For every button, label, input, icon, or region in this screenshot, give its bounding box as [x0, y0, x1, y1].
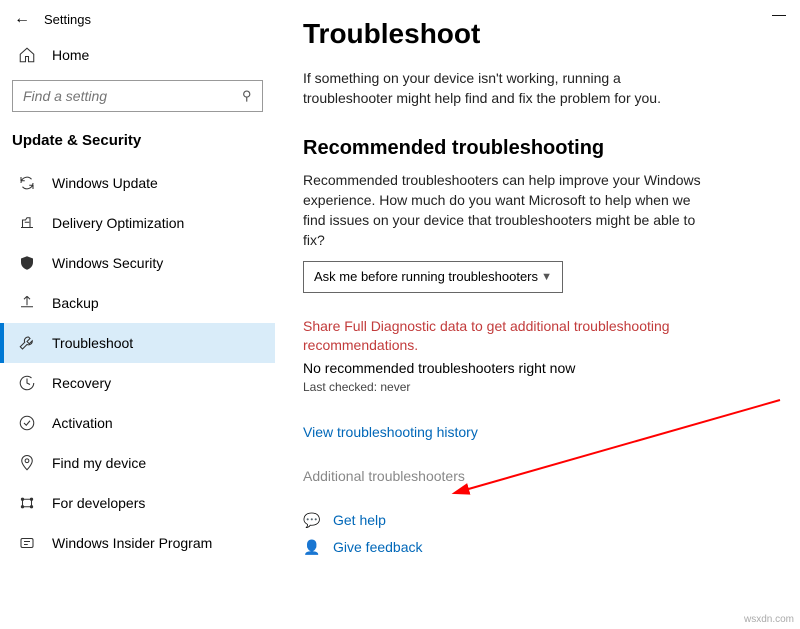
troubleshoot-preference-dropdown[interactable]: Ask me before running troubleshooters ▼: [303, 261, 563, 293]
nav-item-find-my-device[interactable]: Find my device: [0, 443, 275, 483]
chat-icon: 💬: [303, 512, 321, 529]
nav-item-windows-insider[interactable]: Windows Insider Program: [0, 523, 275, 563]
search-icon: ⚲: [242, 88, 252, 104]
recovery-icon: [18, 374, 36, 392]
nav-item-label: For developers: [52, 495, 145, 511]
nav-item-delivery-optimization[interactable]: Delivery Optimization: [0, 203, 275, 243]
nav-item-label: Windows Security: [52, 255, 163, 271]
back-button[interactable]: ←: [14, 10, 30, 28]
nav-item-backup[interactable]: Backup: [0, 283, 275, 323]
get-help-link[interactable]: 💬 Get help: [303, 512, 770, 529]
sync-icon: [18, 174, 36, 192]
search-input-container[interactable]: ⚲: [12, 80, 263, 112]
give-feedback-link[interactable]: 👤 Give feedback: [303, 539, 770, 556]
troubleshoot-icon: [18, 334, 36, 352]
activation-icon: [18, 414, 36, 432]
location-icon: [18, 454, 36, 472]
nav-list: Windows Update Delivery Optimization Win…: [0, 163, 275, 563]
share-diagnostic-link[interactable]: Share Full Diagnostic data to get additi…: [303, 317, 683, 356]
main-content: Troubleshoot If something on your device…: [275, 0, 800, 629]
developers-icon: [18, 494, 36, 512]
view-history-link[interactable]: View troubleshooting history: [303, 424, 770, 440]
app-title: Settings: [44, 12, 91, 27]
nav-item-troubleshoot[interactable]: Troubleshoot: [0, 323, 275, 363]
additional-troubleshooters-link[interactable]: Additional troubleshooters: [303, 468, 770, 484]
recommended-desc: Recommended troubleshooters can help imp…: [303, 170, 703, 251]
nav-item-label: Windows Update: [52, 175, 158, 191]
page-title: Troubleshoot: [303, 18, 770, 50]
section-heading: Update & Security: [0, 126, 275, 163]
watermark: wsxdn.com: [744, 614, 794, 625]
backup-icon: [18, 294, 36, 312]
last-checked-text: Last checked: never: [303, 380, 770, 394]
recommended-heading: Recommended troubleshooting: [303, 137, 770, 160]
minimize-button[interactable]: —: [772, 6, 786, 22]
delivery-icon: [18, 214, 36, 232]
nav-home[interactable]: Home: [0, 36, 275, 74]
nav-item-for-developers[interactable]: For developers: [0, 483, 275, 523]
nav-item-label: Find my device: [52, 455, 146, 471]
nav-item-label: Recovery: [52, 375, 111, 391]
nav-item-label: Delivery Optimization: [52, 215, 184, 231]
nav-item-windows-security[interactable]: Windows Security: [0, 243, 275, 283]
get-help-label: Get help: [333, 512, 386, 528]
shield-icon: [18, 254, 36, 272]
give-feedback-label: Give feedback: [333, 539, 423, 555]
nav-item-activation[interactable]: Activation: [0, 403, 275, 443]
nav-item-label: Backup: [52, 295, 99, 311]
search-input[interactable]: [23, 88, 218, 104]
nav-item-label: Troubleshoot: [52, 335, 133, 351]
feedback-icon: 👤: [303, 539, 321, 556]
dropdown-value: Ask me before running troubleshooters: [314, 269, 538, 284]
no-recommended-text: No recommended troubleshooters right now: [303, 360, 770, 376]
sidebar: ← Settings Home ⚲ Update & Security Wind…: [0, 0, 275, 629]
nav-home-label: Home: [52, 47, 89, 63]
intro-text: If something on your device isn't workin…: [303, 68, 703, 109]
home-icon: [18, 46, 36, 64]
chevron-down-icon: ▼: [541, 271, 552, 283]
nav-item-label: Windows Insider Program: [52, 535, 212, 551]
insider-icon: [18, 534, 36, 552]
nav-item-label: Activation: [52, 415, 113, 431]
nav-item-recovery[interactable]: Recovery: [0, 363, 275, 403]
nav-item-windows-update[interactable]: Windows Update: [0, 163, 275, 203]
